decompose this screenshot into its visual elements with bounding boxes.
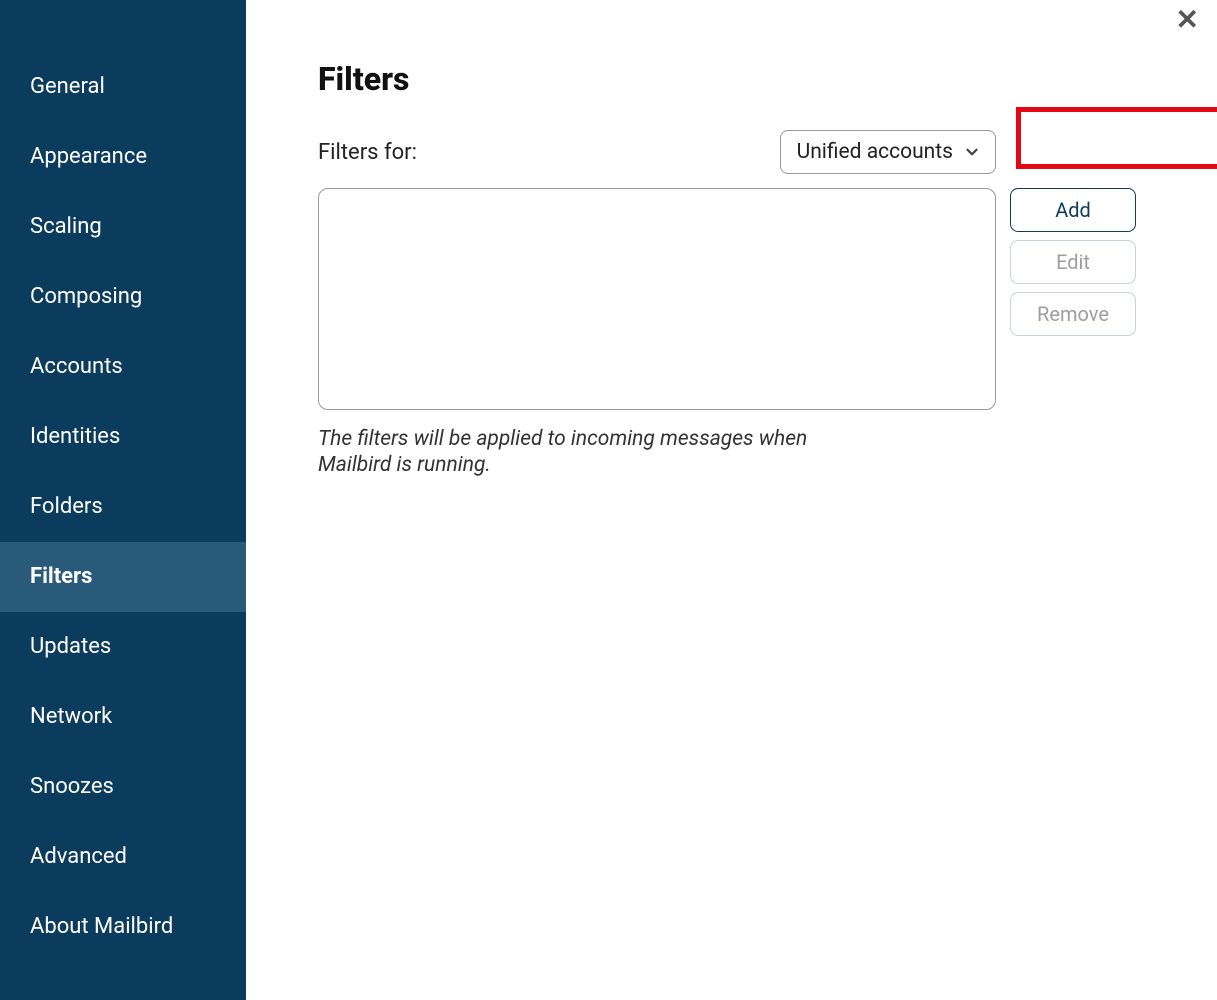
chevron-down-icon	[963, 143, 981, 161]
sidebar-item-general[interactable]: General	[0, 52, 246, 122]
settings-sidebar: General Appearance Scaling Composing Acc…	[0, 0, 246, 1000]
page-title: Filters	[318, 60, 1177, 98]
filter-list[interactable]	[318, 188, 996, 410]
add-button[interactable]: Add	[1010, 188, 1136, 232]
sidebar-item-composing[interactable]: Composing	[0, 262, 246, 332]
sidebar-item-appearance[interactable]: Appearance	[0, 122, 246, 192]
sidebar-item-updates[interactable]: Updates	[0, 612, 246, 682]
sidebar-item-accounts[interactable]: Accounts	[0, 332, 246, 402]
filters-for-label: Filters for:	[318, 140, 417, 165]
sidebar-item-about-mailbird[interactable]: About Mailbird	[0, 892, 246, 962]
filters-hint-text: The filters will be applied to incoming …	[318, 426, 858, 479]
filters-panel: ✕ Filters Filters for: Unified accounts …	[246, 0, 1217, 1000]
sidebar-item-identities[interactable]: Identities	[0, 402, 246, 472]
callout-highlight-dropdown	[1016, 107, 1217, 169]
sidebar-item-network[interactable]: Network	[0, 682, 246, 752]
account-dropdown[interactable]: Unified accounts	[780, 130, 996, 174]
filters-for-row: Filters for: Unified accounts	[318, 130, 996, 174]
edit-button: Edit	[1010, 240, 1136, 284]
sidebar-item-filters[interactable]: Filters	[0, 542, 246, 612]
account-dropdown-value: Unified accounts	[797, 140, 953, 164]
remove-button: Remove	[1010, 292, 1136, 336]
sidebar-item-folders[interactable]: Folders	[0, 472, 246, 542]
sidebar-item-scaling[interactable]: Scaling	[0, 192, 246, 262]
sidebar-item-snoozes[interactable]: Snoozes	[0, 752, 246, 822]
close-icon[interactable]: ✕	[1176, 6, 1199, 34]
sidebar-item-advanced[interactable]: Advanced	[0, 822, 246, 892]
